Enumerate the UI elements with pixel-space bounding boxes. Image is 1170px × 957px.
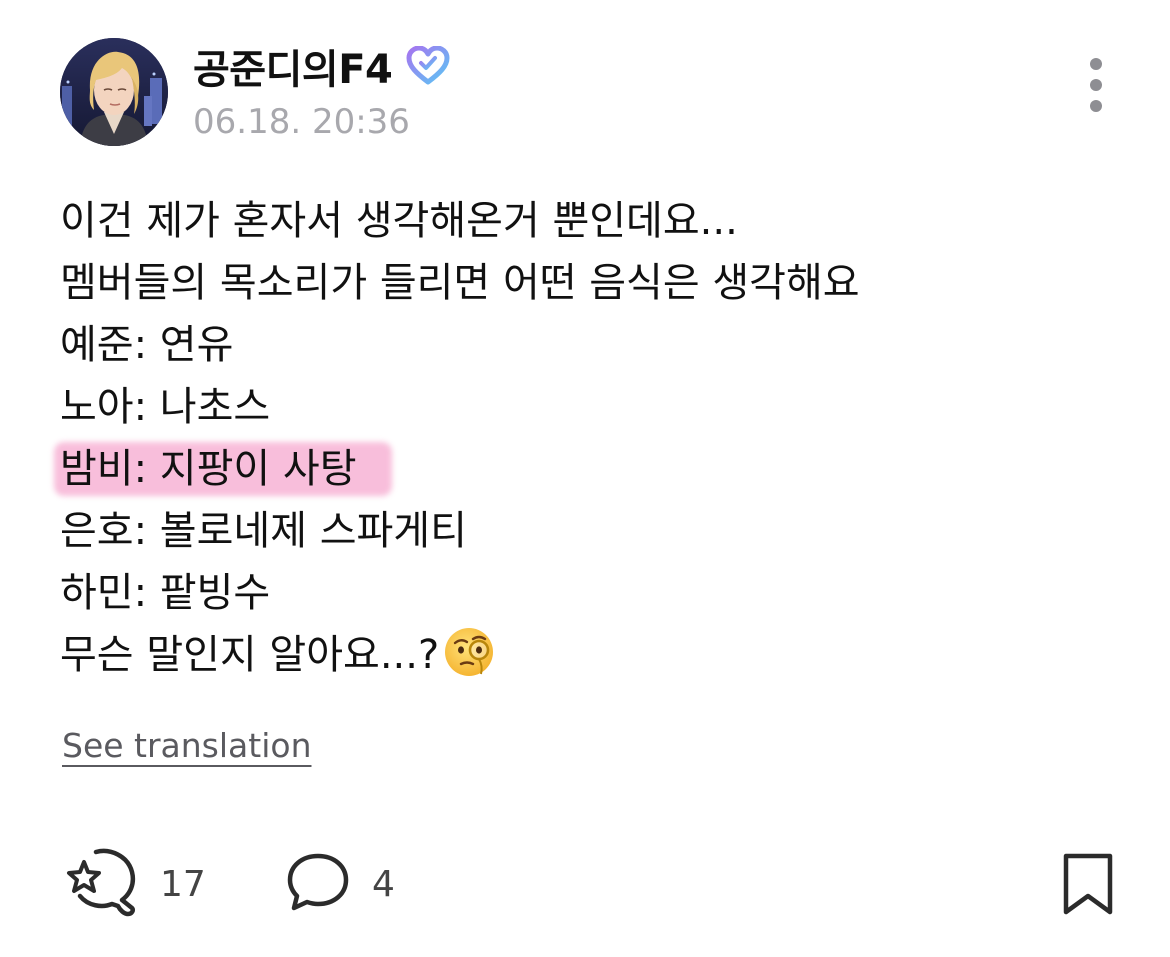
- comment-count: 4: [372, 863, 395, 905]
- more-options-icon[interactable]: [1088, 58, 1104, 114]
- post-line: 하민: 팥빙수: [60, 570, 271, 616]
- bookmark-icon[interactable]: [1060, 852, 1116, 916]
- post-header: 공준디의F4 06.18. 20:36: [60, 38, 1120, 148]
- post-line: 이건 제가 혼자서 생각해온거 뿐인데요...: [60, 198, 738, 244]
- see-translation-link[interactable]: See translation: [62, 726, 311, 765]
- post-line: 노아: 나초스: [60, 384, 271, 430]
- post-body: 이건 제가 혼자서 생각해온거 뿐인데요... 멤버들의 목소리가 들리면 어떤…: [54, 190, 1120, 686]
- post-line: 은호: 볼로네제 스파게티: [60, 508, 467, 554]
- like-count: 17: [160, 863, 206, 905]
- post-line: 무슨 말인지 알아요...?: [60, 624, 1120, 686]
- author-name[interactable]: 공준디의F4: [193, 37, 393, 95]
- like-reaction-icon: [62, 846, 138, 922]
- author-block: 공준디의F4 06.18. 20:36: [193, 40, 450, 142]
- author-row: 공준디의F4: [193, 37, 450, 95]
- post-actions: 17 4: [62, 848, 1116, 920]
- highlighted-post-line: 밤비: 지팡이 사탕: [54, 438, 1120, 500]
- post-line: 예준: 연유: [60, 322, 234, 368]
- comment-button[interactable]: 4: [286, 848, 395, 920]
- face-with-monocle-emoji: [443, 626, 495, 678]
- like-button[interactable]: 17: [62, 848, 206, 920]
- verified-heart-icon: [406, 45, 450, 86]
- comment-icon: [286, 850, 350, 918]
- post-line: 멤버들의 목소리가 들리면 어떤 음식은 생각해요: [60, 260, 860, 306]
- avatar[interactable]: [60, 38, 168, 146]
- post-timestamp: 06.18. 20:36: [193, 102, 410, 142]
